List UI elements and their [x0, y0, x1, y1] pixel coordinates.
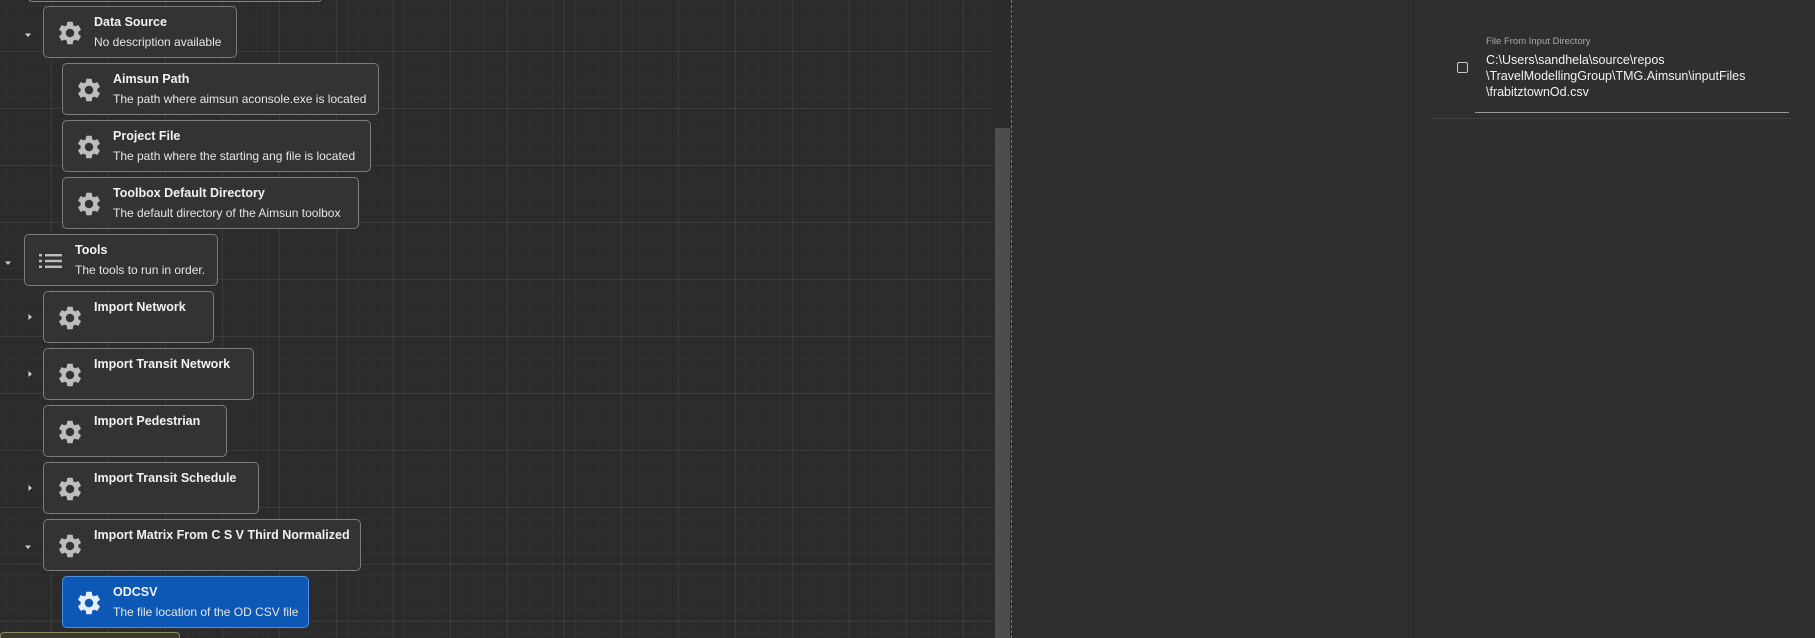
gear-icon [75, 133, 103, 161]
gear-icon [56, 475, 84, 503]
file-from-input-directory-checkbox[interactable] [1457, 62, 1468, 73]
gear-icon [56, 304, 84, 332]
node-import-network[interactable]: Import Network [43, 291, 214, 343]
caret-right-icon [28, 371, 32, 377]
caret-down-icon [25, 545, 31, 549]
node-import-pedestrian[interactable]: Import Pedestrian [43, 405, 227, 457]
node-title: Tools [75, 243, 108, 257]
node-toolbox-default-directory[interactable]: Toolbox Default Directory The default di… [62, 177, 359, 229]
node-description: The path where aimsun aconsole.exe is lo… [113, 92, 367, 106]
gear-icon [56, 19, 84, 47]
property-separator [1432, 118, 1794, 119]
expand-toggle-import-matrix[interactable] [22, 541, 34, 553]
node-description: The path where the starting ang file is … [113, 149, 356, 163]
node-title: Import Matrix From C S V Third Normalize… [94, 528, 350, 542]
file-path-line: C:\Users\sandhela\source\repos [1486, 53, 1665, 67]
file-path-underline [1475, 112, 1789, 113]
caret-right-icon [28, 314, 32, 320]
caret-down-icon [25, 33, 31, 37]
expand-toggle-tools[interactable] [2, 257, 14, 269]
expand-toggle-import-transit-network[interactable] [24, 368, 36, 380]
node-description: The file location of the OD CSV file [113, 605, 299, 619]
node-title: Import Network [94, 300, 186, 314]
node-import-matrix-csv[interactable]: Import Matrix From C S V Third Normalize… [43, 519, 361, 571]
node-title: ODCSV [113, 585, 158, 599]
expand-toggle-import-network[interactable] [24, 311, 36, 323]
file-path-field[interactable]: C:\Users\sandhela\source\repos \TravelMo… [1486, 52, 1796, 100]
node-description: No description available [94, 35, 222, 49]
node-title: Project File [113, 129, 181, 143]
gear-icon [56, 532, 84, 560]
file-path-line: \frabitztownOd.csv [1486, 85, 1589, 99]
node-title: Import Pedestrian [94, 414, 201, 428]
caret-down-icon [5, 261, 11, 265]
node-title: Import Transit Network [94, 357, 231, 371]
canvas-scrollbar-thumb[interactable] [995, 128, 1010, 638]
app-window: Data Source No description available Aim… [0, 0, 1815, 638]
model-tree-canvas[interactable]: Data Source No description available Aim… [0, 0, 1012, 638]
caret-right-icon [28, 485, 32, 491]
node-odcsv[interactable]: ODCSV The file location of the OD CSV fi… [62, 576, 309, 628]
expand-toggle-import-transit-schedule[interactable] [24, 482, 36, 494]
node-tools[interactable]: Tools The tools to run in order. [24, 234, 218, 286]
gear-icon [75, 589, 103, 617]
expand-toggle-data-source[interactable] [22, 29, 34, 41]
list-icon [37, 247, 65, 275]
property-label: File From Input Directory [1486, 36, 1591, 47]
gear-icon [75, 76, 103, 104]
node-partial-bottom[interactable] [0, 632, 180, 638]
node-import-transit-schedule[interactable]: Import Transit Schedule [43, 462, 259, 514]
middle-panel [1013, 0, 1413, 638]
node-import-transit-network[interactable]: Import Transit Network [43, 348, 254, 400]
node-data-source[interactable]: Data Source No description available [43, 6, 237, 58]
node-aimsun-path[interactable]: Aimsun Path The path where aimsun aconso… [62, 63, 379, 115]
gear-icon [56, 418, 84, 446]
node-title: Aimsun Path [113, 72, 190, 86]
node-description: The default directory of the Aimsun tool… [113, 206, 341, 220]
file-path-line: \TravelModellingGroup\TMG.Aimsun\inputFi… [1486, 69, 1746, 83]
gear-icon [75, 190, 103, 218]
node-description: The tools to run in order. [75, 263, 206, 277]
node-partial-top[interactable] [28, 0, 322, 2]
gear-icon [56, 361, 84, 389]
node-project-file[interactable]: Project File The path where the starting… [62, 120, 371, 172]
node-title: Data Source [94, 15, 167, 29]
node-title: Toolbox Default Directory [113, 186, 265, 200]
node-title: Import Transit Schedule [94, 471, 237, 485]
